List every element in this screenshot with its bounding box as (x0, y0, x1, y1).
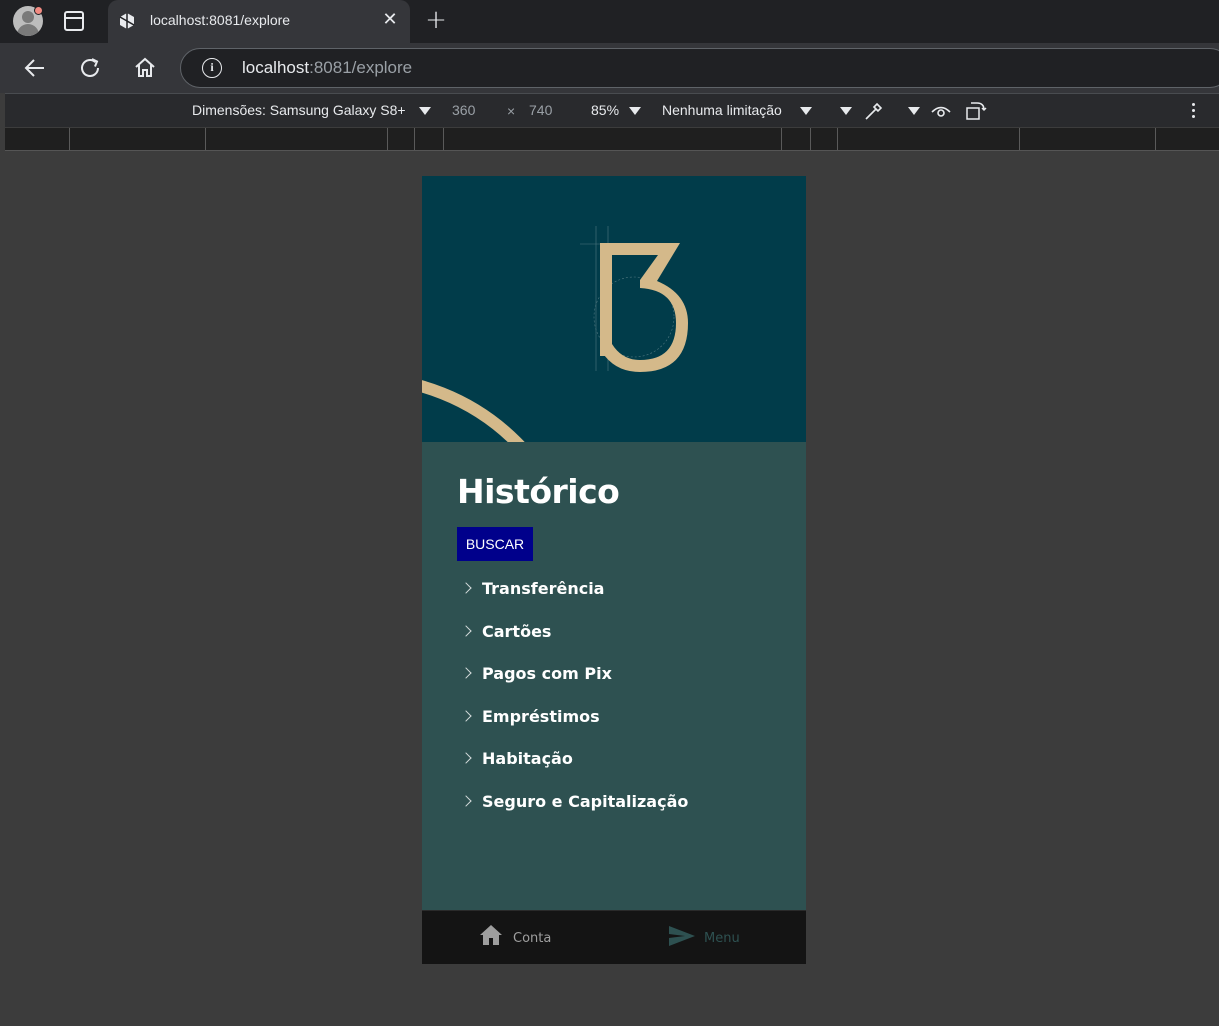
menu-item-label: Empréstimos (482, 706, 600, 726)
chevron-right-icon (460, 794, 472, 807)
vision-deficiency-eye-icon[interactable] (930, 100, 952, 122)
menu-item-seguro[interactable]: Seguro e Capitalização (457, 792, 777, 835)
menu-item-label: Habitação (482, 749, 573, 768)
menu-item-label: Cartões (482, 621, 552, 641)
menu-item-label: Pagos com Pix (482, 664, 612, 683)
send-icon (669, 926, 695, 946)
dimension-separator: × (507, 103, 516, 119)
nav-tab-label: Menu (704, 931, 740, 946)
browser-toolbar: i localhost:8081/explore (0, 43, 1219, 93)
nav-tab-label: Conta (513, 931, 552, 946)
browser-tab-active[interactable]: localhost:8081/explore ✕ (108, 0, 410, 43)
chevron-right-icon (460, 667, 472, 679)
profile-head-shape (22, 11, 34, 23)
address-bar[interactable]: i localhost:8081/explore (180, 48, 1219, 88)
nav-tab-menu[interactable]: Menu (668, 911, 788, 964)
url-host: localhost (242, 58, 310, 77)
profile-notification-dot (34, 6, 43, 15)
bottom-navigation: Conta Menu (422, 910, 806, 964)
menu-item-cartoes[interactable]: Cartões (457, 622, 777, 665)
reload-icon[interactable] (75, 53, 105, 83)
menu-item-pix[interactable]: Pagos com Pix (457, 664, 777, 707)
history-menu-list: Transferência Cartões Pagos com Pix Empr… (457, 579, 777, 834)
menu-item-habitacao[interactable]: Habitação (457, 749, 777, 792)
decorative-arc (422, 380, 525, 442)
url-path: :8081/explore (309, 58, 413, 77)
history-section: Histórico BUSCAR Transferência Cartões P… (422, 442, 806, 910)
more-options-dropdown-icon[interactable] (840, 107, 852, 115)
chevron-right-icon (460, 624, 472, 637)
favicon-icon (119, 13, 135, 29)
tab-title: localhost:8081/explore (150, 12, 291, 28)
eyedropper-dropdown-icon[interactable] (908, 107, 920, 115)
menu-item-transferencia[interactable]: Transferência (457, 579, 777, 622)
tab-close-icon[interactable]: ✕ (378, 8, 402, 32)
media-query-ruler[interactable] (5, 127, 1219, 151)
device-toolbar: Dimensões: Samsung Galaxy S8+ 360 × 740 … (5, 93, 1219, 127)
device-width-input[interactable]: 360 (452, 102, 475, 118)
browser-tab-strip: localhost:8081/explore ✕ + (0, 0, 1219, 43)
nav-tab-conta[interactable]: Conta (478, 911, 598, 964)
logo-letter-b (600, 243, 688, 372)
hero-banner (422, 176, 806, 442)
profile-body-shape (17, 24, 39, 36)
zoom-dropdown-icon[interactable] (629, 107, 641, 115)
device-dimensions-select[interactable]: Dimensões: Samsung Galaxy S8+ (192, 102, 406, 118)
device-height-input[interactable]: 740 (529, 102, 552, 118)
chevron-right-icon (460, 582, 472, 594)
zoom-select[interactable]: 85% (591, 102, 619, 118)
page-title: Histórico (457, 472, 620, 511)
device-toolbar-menu-icon[interactable] (1189, 101, 1197, 121)
tab-search-icon[interactable] (64, 11, 84, 31)
site-info-icon[interactable]: i (202, 58, 222, 78)
home-browser-icon[interactable] (130, 53, 160, 83)
home-icon (480, 925, 502, 945)
menu-item-label: Transferência (482, 579, 605, 598)
chevron-right-icon (460, 752, 472, 764)
eyedropper-icon[interactable] (863, 100, 885, 122)
chevron-right-icon (460, 709, 472, 722)
bank-logo (422, 226, 688, 442)
throttle-dropdown-icon[interactable] (800, 107, 812, 115)
url-text: localhost:8081/explore (242, 58, 412, 78)
throttle-select[interactable]: Nenhuma limitação (662, 102, 782, 118)
buscar-button[interactable]: BUSCAR (457, 527, 533, 561)
dimensions-dropdown-icon[interactable] (419, 107, 431, 115)
new-tab-icon[interactable]: + (422, 6, 450, 34)
device-viewport: Histórico BUSCAR Transferência Cartões P… (422, 176, 806, 964)
menu-item-label: Seguro e Capitalização (482, 791, 689, 811)
rotate-device-icon[interactable] (965, 100, 987, 122)
back-arrow-icon[interactable] (20, 53, 50, 83)
menu-item-emprestimos[interactable]: Empréstimos (457, 707, 777, 750)
